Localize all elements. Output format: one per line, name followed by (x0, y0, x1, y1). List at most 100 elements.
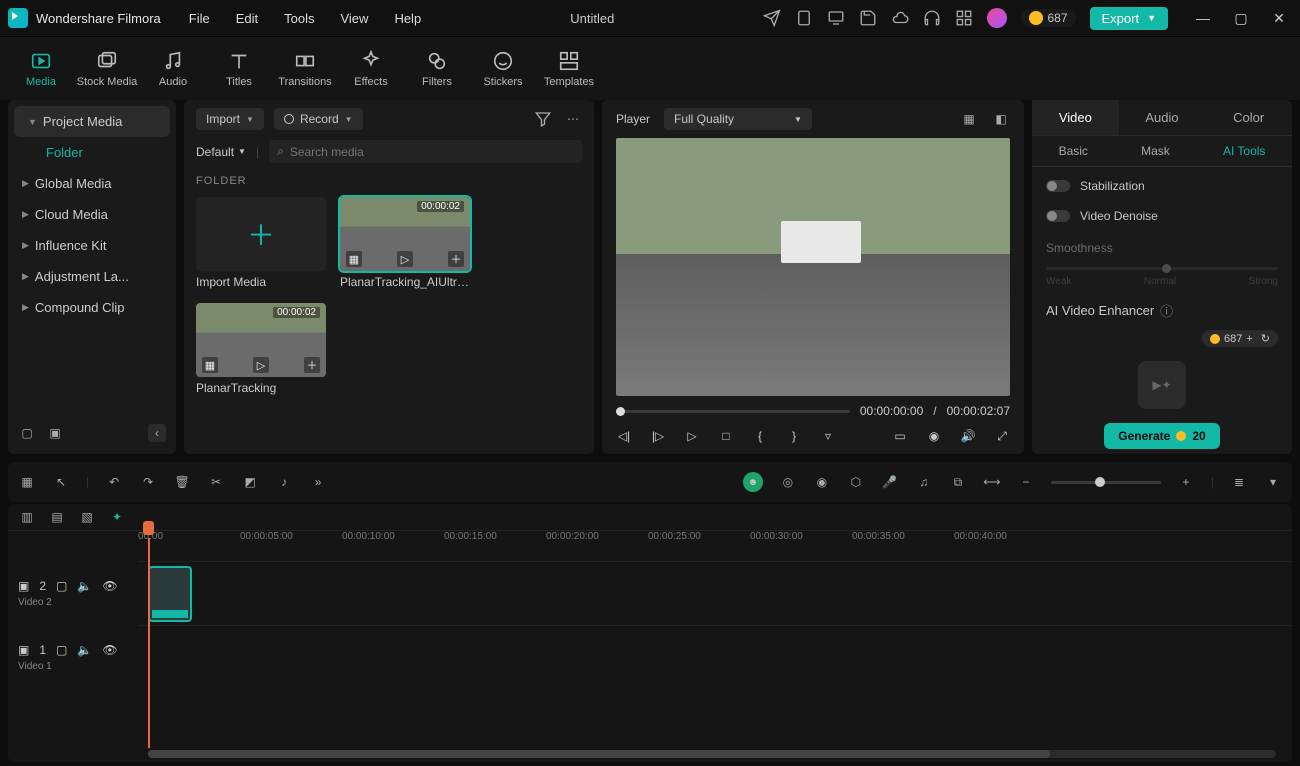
menu-tools[interactable]: Tools (284, 11, 314, 26)
record-button[interactable]: Record▼ (274, 108, 363, 130)
clip-add-icon[interactable]: ＋ (304, 357, 320, 373)
marker-icon[interactable]: ▿ (820, 428, 836, 444)
subtab-mask[interactable]: Mask (1141, 144, 1170, 158)
tab-media[interactable]: Media (8, 37, 74, 100)
mark-in-icon[interactable]: { (752, 428, 768, 444)
track-folder-icon[interactable]: ▢ (56, 579, 67, 593)
preview-viewport[interactable] (616, 138, 1010, 396)
sidebar-folder[interactable]: Folder (8, 137, 176, 168)
stop-button[interactable]: □ (718, 428, 734, 444)
menu-edit[interactable]: Edit (236, 11, 258, 26)
clip-play-icon[interactable]: ▷ (253, 357, 269, 373)
track-camera-icon[interactable]: ▣ (18, 643, 29, 657)
tab-audio[interactable]: Audio (140, 37, 206, 100)
generate-button[interactable]: Generate20 (1104, 423, 1219, 449)
inspector-tab-color[interactable]: Color (1205, 100, 1292, 135)
clip-info-icon[interactable]: ▦ (346, 251, 362, 267)
time-ruler[interactable]: 00:00 00:00:05:00 00:00:10:00 00:00:15:0… (138, 531, 1292, 561)
avatar[interactable] (987, 8, 1007, 28)
menu-help[interactable]: Help (394, 11, 421, 26)
step-back-icon[interactable]: |▷ (650, 428, 666, 444)
zoom-slider[interactable] (1051, 481, 1161, 484)
track-eye-icon[interactable]: 👁 (102, 579, 117, 593)
menu-file[interactable]: File (189, 11, 210, 26)
zoom-in-icon[interactable]: + (1177, 473, 1195, 491)
sidebar-project-media[interactable]: ▼Project Media (14, 106, 170, 137)
tab-stock-media[interactable]: Stock Media (74, 37, 140, 100)
help-icon[interactable]: ⓘ (1160, 301, 1173, 320)
clip-info-icon[interactable]: ▦ (202, 357, 218, 373)
clip-add-icon[interactable]: ＋ (448, 251, 464, 267)
import-media-tile[interactable]: ＋ Import Media (196, 197, 326, 289)
sidebar-adjustment-layer[interactable]: ▶Adjustment La... (8, 261, 176, 292)
delete-icon[interactable]: 🗑 (173, 473, 191, 491)
close-button[interactable]: ✕ (1266, 10, 1292, 27)
track-eye-icon[interactable]: 👁 (102, 643, 117, 657)
tracks-icon[interactable]: ≣ (1230, 473, 1248, 491)
enhancer-credits[interactable]: 687+↻ (1202, 330, 1278, 347)
sort-select[interactable]: Default▼ (196, 145, 246, 159)
redo-icon[interactable]: ↷ (139, 473, 157, 491)
scrub-bar[interactable] (616, 410, 850, 413)
inspector-tab-video[interactable]: Video (1032, 100, 1119, 135)
undo-icon[interactable]: ↶ (105, 473, 123, 491)
send-icon[interactable] (763, 9, 781, 27)
stabilization-toggle[interactable] (1046, 180, 1070, 192)
track-mute-icon[interactable]: 🔈 (77, 643, 92, 657)
ai-tool-icon[interactable]: ◎ (779, 473, 797, 491)
track-folder-icon[interactable]: ▢ (56, 643, 67, 657)
cursor-icon[interactable]: ↖ (52, 473, 70, 491)
playhead[interactable] (148, 538, 150, 748)
headphones-icon[interactable] (923, 9, 941, 27)
record-icon[interactable]: ◉ (813, 473, 831, 491)
fullscreen-icon[interactable]: ⤢ (994, 428, 1010, 444)
sidebar-compound-clip[interactable]: ▶Compound Clip (8, 292, 176, 323)
media-clip-2[interactable]: 00:00:02 ▦▷＋ PlanarTracking (196, 303, 326, 395)
device-icon[interactable] (795, 9, 813, 27)
tab-transitions[interactable]: Transitions (272, 37, 338, 100)
more-tools-icon[interactable]: » (309, 473, 327, 491)
import-button[interactable]: Import▼ (196, 108, 264, 130)
track-tool-4[interactable]: ✦ (108, 508, 126, 526)
media-clip-1[interactable]: 00:00:02 ▦▷＋ PlanarTracking_AIUltra... (340, 197, 470, 289)
desktop-icon[interactable] (827, 9, 845, 27)
grid-icon[interactable]: ▦ (960, 110, 978, 128)
display-icon[interactable]: ▭ (892, 428, 908, 444)
audio-tool-icon[interactable]: ♫ (915, 473, 933, 491)
track-camera-icon[interactable]: ▣ (18, 579, 29, 593)
maximize-button[interactable]: ▢ (1228, 10, 1254, 27)
apps-icon[interactable] (955, 9, 973, 27)
h-scrollbar[interactable] (148, 750, 1276, 758)
inspector-tab-audio[interactable]: Audio (1119, 100, 1206, 135)
folder-icon[interactable]: ▣ (46, 424, 64, 442)
minimize-button[interactable]: — (1190, 10, 1216, 27)
layout-icon[interactable]: ▦ (18, 473, 36, 491)
save-icon[interactable] (859, 9, 877, 27)
export-button[interactable]: Export▼ (1090, 7, 1169, 30)
subtab-ai-tools[interactable]: AI Tools (1223, 144, 1265, 158)
more-icon[interactable]: ⋯ (564, 110, 582, 128)
mic-icon[interactable]: 🎤 (881, 473, 899, 491)
filter-icon[interactable] (534, 110, 552, 128)
quality-select[interactable]: Full Quality▼ (664, 108, 812, 130)
tab-templates[interactable]: Templates (536, 37, 602, 100)
track-mute-icon[interactable]: 🔈 (77, 579, 92, 593)
track-tool-3[interactable]: ▧ (78, 508, 96, 526)
mark-out-icon[interactable]: } (786, 428, 802, 444)
snapshot-icon[interactable]: ◉ (926, 428, 942, 444)
menu-view[interactable]: View (340, 11, 368, 26)
credits-chip[interactable]: 687 (1021, 9, 1075, 27)
volume-icon[interactable]: 🔊 (960, 428, 976, 444)
smoothness-slider[interactable] (1046, 267, 1278, 270)
new-folder-icon[interactable]: ▢ (18, 424, 36, 442)
tab-effects[interactable]: Effects (338, 37, 404, 100)
track-body[interactable] (138, 625, 1292, 689)
link-icon[interactable]: ⧉ (949, 473, 967, 491)
cloud-icon[interactable] (891, 9, 909, 27)
track-tool-2[interactable]: ▤ (48, 508, 66, 526)
play-button[interactable]: ▷ (684, 428, 700, 444)
fit-icon[interactable]: ⟷ (983, 473, 1001, 491)
music-icon[interactable]: ♪ (275, 473, 293, 491)
tab-titles[interactable]: Titles (206, 37, 272, 100)
timeline-clip[interactable] (148, 566, 192, 622)
